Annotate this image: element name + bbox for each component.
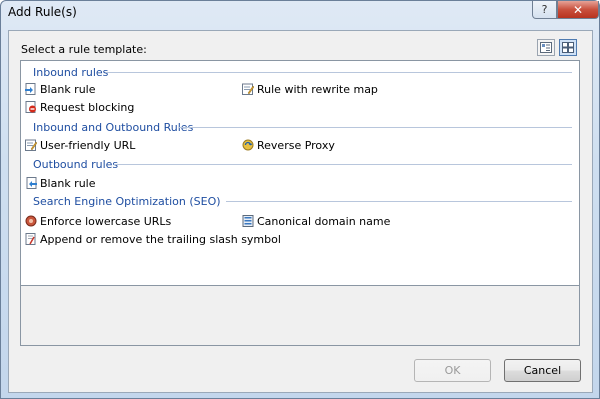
cancel-button[interactable]: Cancel xyxy=(504,359,581,382)
template-user-friendly-url[interactable]: User-friendly URL xyxy=(25,137,135,153)
help-button[interactable]: ? xyxy=(532,1,557,19)
tiles-view-icon xyxy=(562,42,574,53)
item-label: Blank rule xyxy=(40,176,96,190)
item-label: Request blocking xyxy=(40,100,135,114)
item-label: Enforce lowercase URLs xyxy=(40,214,172,228)
item-label: Rule with rewrite map xyxy=(257,82,378,96)
inbound-rule-icon xyxy=(25,83,36,95)
close-button[interactable]: ✕ xyxy=(557,1,599,19)
group-header-seo: Search Engine Optimization (SEO) xyxy=(33,194,221,208)
template-inbound-blank-rule[interactable]: Blank rule xyxy=(25,81,96,97)
item-label: Append or remove the trailing slash symb… xyxy=(40,232,281,246)
request-blocking-icon xyxy=(25,101,36,113)
item-label: User-friendly URL xyxy=(40,138,136,152)
item-label: Blank rule xyxy=(40,82,96,96)
trailing-slash-icon xyxy=(25,233,36,245)
template-enforce-lowercase-urls[interactable]: Enforce lowercase URLs xyxy=(25,213,171,229)
rewrite-map-icon xyxy=(242,83,254,95)
rule-template-list[interactable]: Inbound rules Blank rule Rule with rewri… xyxy=(20,60,580,286)
dialog-title: Add Rule(s) xyxy=(8,5,77,19)
template-request-blocking[interactable]: Request blocking xyxy=(25,99,134,115)
group-header-outbound: Outbound rules xyxy=(33,157,119,171)
help-icon: ? xyxy=(541,3,548,16)
template-canonical-domain-name[interactable]: Canonical domain name xyxy=(242,213,390,229)
outbound-rule-icon xyxy=(26,177,37,189)
template-outbound-blank-rule[interactable]: Blank rule xyxy=(25,175,96,191)
group-header-inbound: Inbound rules xyxy=(33,65,109,79)
details-view-button[interactable] xyxy=(537,39,555,56)
ok-button[interactable]: OK xyxy=(414,359,491,382)
ok-button-label: OK xyxy=(444,364,461,377)
select-template-label: Select a rule template: xyxy=(21,43,147,56)
template-trailing-slash[interactable]: Append or remove the trailing slash symb… xyxy=(25,231,281,247)
group-divider xyxy=(106,72,572,73)
add-rules-dialog: Add Rule(s) ? ✕ Select a rule template: xyxy=(0,0,600,399)
template-rule-with-rewrite-map[interactable]: Rule with rewrite map xyxy=(242,81,378,97)
group-divider xyxy=(179,127,572,128)
template-reverse-proxy[interactable]: Reverse Proxy xyxy=(242,137,335,153)
dialog-body: Select a rule template: Inbound rules Bl… xyxy=(8,30,593,393)
item-label: Reverse Proxy xyxy=(257,138,335,152)
close-icon: ✕ xyxy=(572,2,584,17)
details-view-icon xyxy=(540,42,552,53)
reverse-proxy-icon xyxy=(242,139,254,151)
group-divider xyxy=(114,164,572,165)
tiles-view-button[interactable] xyxy=(559,39,577,56)
canonical-domain-icon xyxy=(242,215,254,227)
item-label: Canonical domain name xyxy=(257,214,391,228)
cancel-button-label: Cancel xyxy=(523,364,562,377)
user-friendly-url-icon xyxy=(25,139,37,151)
lowercase-urls-icon xyxy=(25,215,37,227)
group-header-inbound-outbound: Inbound and Outbound Rules xyxy=(33,120,194,134)
group-divider xyxy=(226,201,572,202)
template-description-panel xyxy=(20,285,580,346)
title-bar: Add Rule(s) ? ✕ xyxy=(1,1,599,23)
